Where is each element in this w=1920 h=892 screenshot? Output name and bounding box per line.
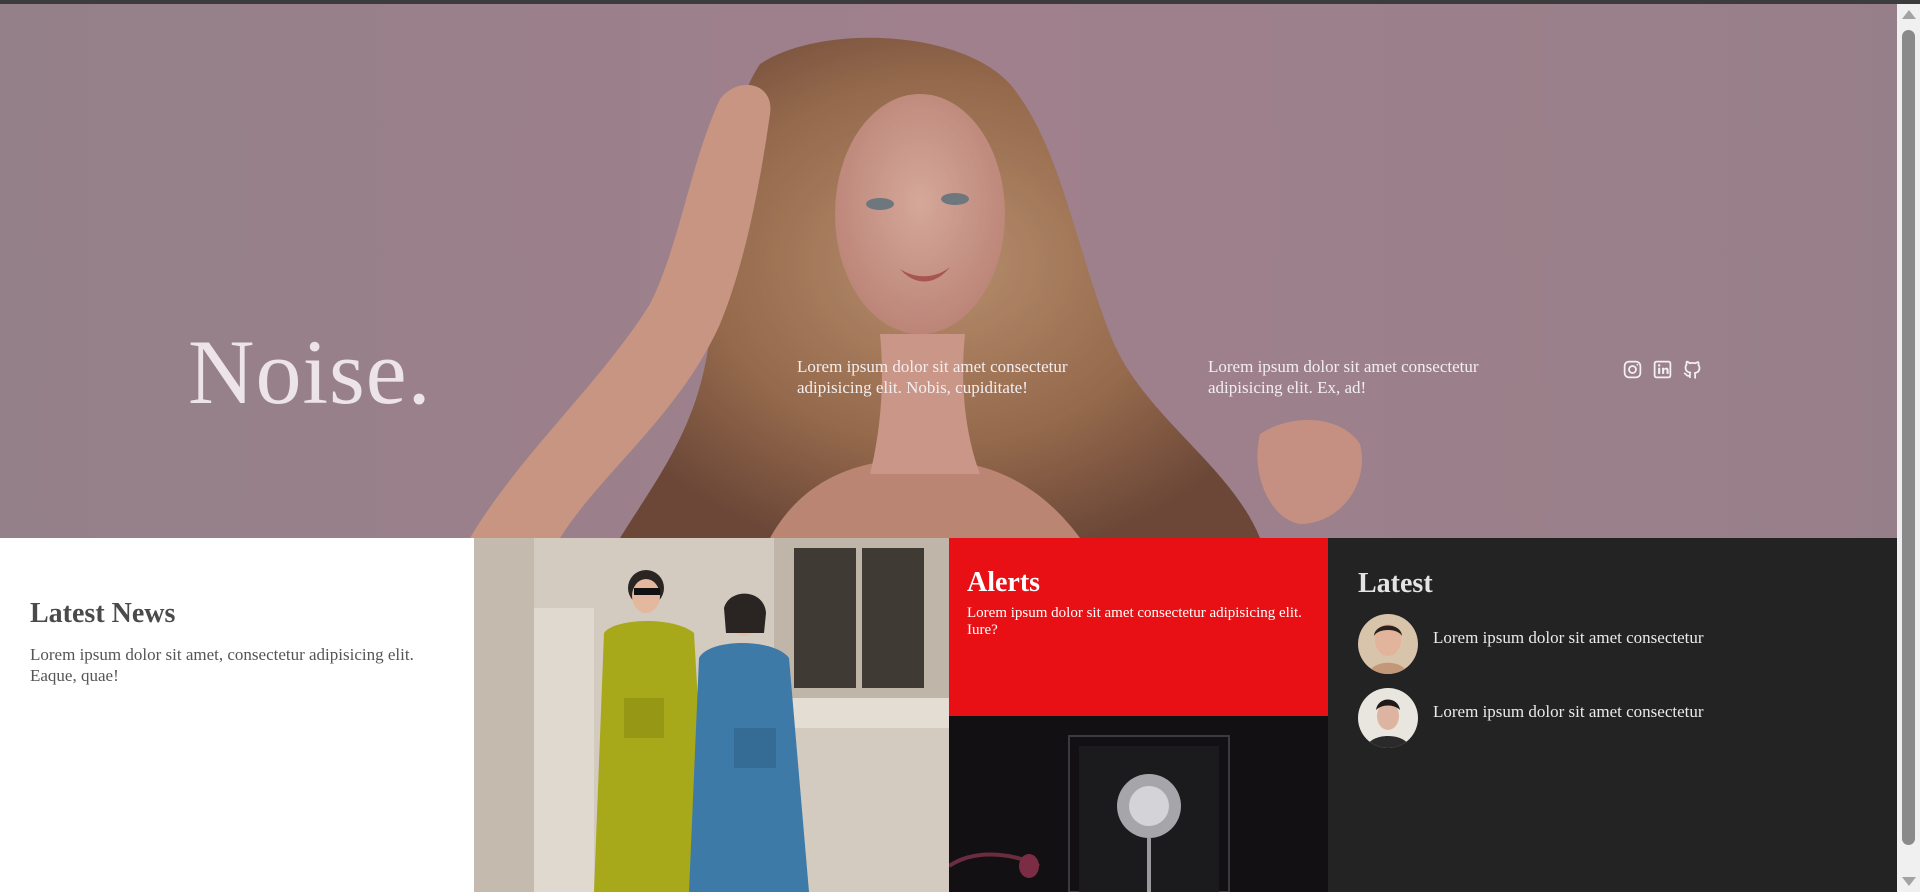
avatar [1358, 614, 1418, 674]
alerts-panel: Alerts Lorem ipsum dolor sit amet consec… [949, 538, 1328, 716]
latest-news-body: Lorem ipsum dolor sit amet, consectetur … [30, 645, 414, 685]
scrollbar-thumb[interactable] [1902, 30, 1915, 845]
alerts-title: Alerts [967, 567, 1041, 598]
instagram-icon[interactable] [1622, 359, 1643, 380]
latest-item[interactable]: Lorem ipsum dolor sit amet consectetur [1358, 688, 1867, 748]
hero-text-left: Lorem ipsum dolor sit amet consectetur a… [797, 357, 1068, 397]
hero-photo [0, 4, 1897, 538]
scroll-down-arrow-icon[interactable] [1902, 877, 1916, 886]
avatar [1358, 688, 1418, 748]
hero-text-right: Lorem ipsum dolor sit amet consectetur a… [1208, 357, 1479, 397]
latest-panel: Latest Lorem ipsum dolor sit amet consec… [1328, 538, 1897, 892]
latest-title: Latest [1358, 568, 1433, 599]
hero-section: Noise. Lorem ipsum dolor sit amet consec… [0, 4, 1897, 538]
latest-item-text: Lorem ipsum dolor sit amet consectetur [1433, 702, 1704, 721]
scroll-up-arrow-icon[interactable] [1902, 10, 1916, 19]
latest-news-title: Latest News [30, 598, 176, 629]
brand-logo[interactable]: Noise. [188, 326, 432, 418]
vertical-scrollbar[interactable] [1897, 4, 1920, 892]
latest-item-text: Lorem ipsum dolor sit amet consectetur [1433, 628, 1704, 647]
github-icon[interactable] [1682, 359, 1703, 380]
latest-news-panel: Latest News Lorem ipsum dolor sit amet, … [0, 538, 474, 892]
social-links [1622, 359, 1703, 380]
alerts-body: Lorem ipsum dolor sit amet consectetur a… [967, 605, 1302, 638]
latest-item[interactable]: Lorem ipsum dolor sit amet consectetur [1358, 614, 1867, 674]
linkedin-icon[interactable] [1652, 359, 1673, 380]
fashion-photo [474, 538, 949, 892]
glass-rose-photo [949, 716, 1328, 892]
